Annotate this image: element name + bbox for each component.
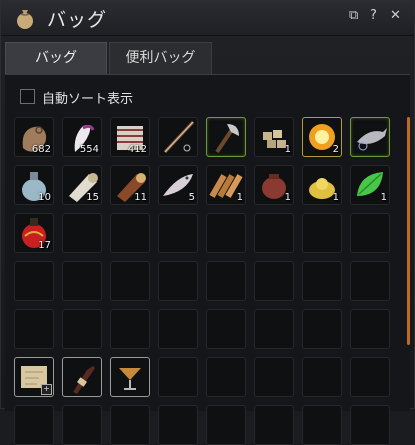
item-slot[interactable]: 17 xyxy=(14,213,54,253)
empty-slot[interactable] xyxy=(158,405,198,445)
item-slot[interactable]: 1 xyxy=(254,165,294,205)
bag-window: バッグ ⧉ ? ✕ バッグ 便利バッグ 自動ソート表示 682 554 412 1 2 1… xyxy=(0,0,415,445)
money-bag-icon xyxy=(17,10,33,29)
empty-slot[interactable] xyxy=(158,357,198,397)
item-slot[interactable]: 1 xyxy=(302,165,342,205)
scrollbar[interactable] xyxy=(407,117,410,345)
empty-slot[interactable] xyxy=(62,261,102,301)
empty-slot[interactable] xyxy=(62,213,102,253)
window-title: バッグ xyxy=(47,9,108,31)
empty-slot[interactable] xyxy=(302,309,342,349)
empty-slot[interactable] xyxy=(254,405,294,445)
item-slot[interactable]: 554 xyxy=(62,117,102,157)
empty-slot[interactable] xyxy=(302,357,342,397)
title-bar[interactable]: バッグ ⧉ ? ✕ xyxy=(1,1,414,36)
fishing-rod-icon xyxy=(163,120,195,154)
item-slot[interactable]: 11 xyxy=(110,165,150,205)
item-quantity: 1 xyxy=(236,192,243,203)
close-button[interactable]: ✕ xyxy=(390,8,401,23)
item-slot[interactable]: 1 xyxy=(254,117,294,157)
axe-icon xyxy=(215,124,239,154)
item-quantity: 2 xyxy=(332,144,339,155)
item-slot[interactable]: 1 xyxy=(350,165,390,205)
item-quantity: 1 xyxy=(380,192,387,203)
auto-sort-checkbox[interactable] xyxy=(20,89,35,104)
item-quantity: 17 xyxy=(38,240,51,251)
empty-slot[interactable] xyxy=(14,405,54,445)
item-quantity: 554 xyxy=(79,144,99,155)
item-quantity: 11 xyxy=(134,192,147,203)
item-slot[interactable]: 2 xyxy=(302,117,342,157)
empty-slot[interactable] xyxy=(14,309,54,349)
empty-slot[interactable] xyxy=(206,261,246,301)
item-slot[interactable] xyxy=(110,357,150,397)
empty-slot[interactable] xyxy=(350,357,390,397)
empty-slot[interactable] xyxy=(110,309,150,349)
empty-slot[interactable] xyxy=(158,261,198,301)
item-slot[interactable] xyxy=(158,117,198,157)
copy-window-button[interactable]: ⧉ xyxy=(349,8,358,23)
item-quantity: 10 xyxy=(38,192,51,203)
tab-bag[interactable]: バッグ xyxy=(5,42,107,74)
empty-slot[interactable] xyxy=(158,309,198,349)
help-button[interactable]: ? xyxy=(370,8,377,23)
empty-slot[interactable] xyxy=(206,309,246,349)
item-quantity: 1 xyxy=(332,192,339,203)
item-slot[interactable]: 15 xyxy=(62,165,102,205)
empty-slot[interactable] xyxy=(350,261,390,301)
empty-slot[interactable] xyxy=(302,261,342,301)
empty-slot[interactable] xyxy=(14,261,54,301)
tab-bar: バッグ 便利バッグ xyxy=(5,42,410,74)
empty-slot[interactable] xyxy=(206,357,246,397)
inventory-grid: 682 554 412 1 2 10 15 11 5 1 1 1 1 17 + xyxy=(14,117,399,445)
item-slot[interactable] xyxy=(350,117,390,157)
item-quantity: 1 xyxy=(284,144,291,155)
item-slot[interactable]: + xyxy=(14,357,54,397)
item-quantity: 412 xyxy=(127,144,147,155)
cocktail-glass-icon xyxy=(119,368,141,390)
item-slot[interactable]: 5 xyxy=(158,165,198,205)
item-slot[interactable]: 682 xyxy=(14,117,54,157)
fish-icon xyxy=(357,128,387,151)
empty-slot[interactable] xyxy=(110,213,150,253)
empty-slot[interactable] xyxy=(206,213,246,253)
item-quantity: 1 xyxy=(284,192,291,203)
empty-slot[interactable] xyxy=(254,357,294,397)
empty-slot[interactable] xyxy=(254,213,294,253)
empty-slot[interactable] xyxy=(350,309,390,349)
item-slot[interactable] xyxy=(62,357,102,397)
empty-slot[interactable] xyxy=(302,405,342,445)
empty-slot[interactable] xyxy=(350,405,390,445)
item-slot[interactable]: 10 xyxy=(14,165,54,205)
inventory-panel: 自動ソート表示 682 554 412 1 2 10 15 11 5 1 1 1 1 17 + xyxy=(5,74,410,445)
empty-slot[interactable] xyxy=(302,213,342,253)
empty-slot[interactable] xyxy=(110,405,150,445)
item-quantity: 5 xyxy=(188,192,195,203)
empty-slot[interactable] xyxy=(206,405,246,445)
auto-sort-label: 自動ソート表示 xyxy=(42,92,134,107)
item-slot[interactable]: 1 xyxy=(206,165,246,205)
item-slot[interactable] xyxy=(206,117,246,157)
item-slot[interactable]: 412 xyxy=(110,117,150,157)
empty-slot[interactable] xyxy=(62,309,102,349)
empty-slot[interactable] xyxy=(110,261,150,301)
empty-slot[interactable] xyxy=(254,261,294,301)
empty-slot[interactable] xyxy=(62,405,102,445)
tab-convenience-bag[interactable]: 便利バッグ xyxy=(109,42,212,74)
item-quantity: 682 xyxy=(31,144,51,155)
item-quantity: 15 xyxy=(86,192,99,203)
wine-bottle-icon xyxy=(73,366,95,394)
empty-slot[interactable] xyxy=(350,213,390,253)
expand-plus-icon: + xyxy=(41,384,52,395)
empty-slot[interactable] xyxy=(158,213,198,253)
empty-slot[interactable] xyxy=(254,309,294,349)
